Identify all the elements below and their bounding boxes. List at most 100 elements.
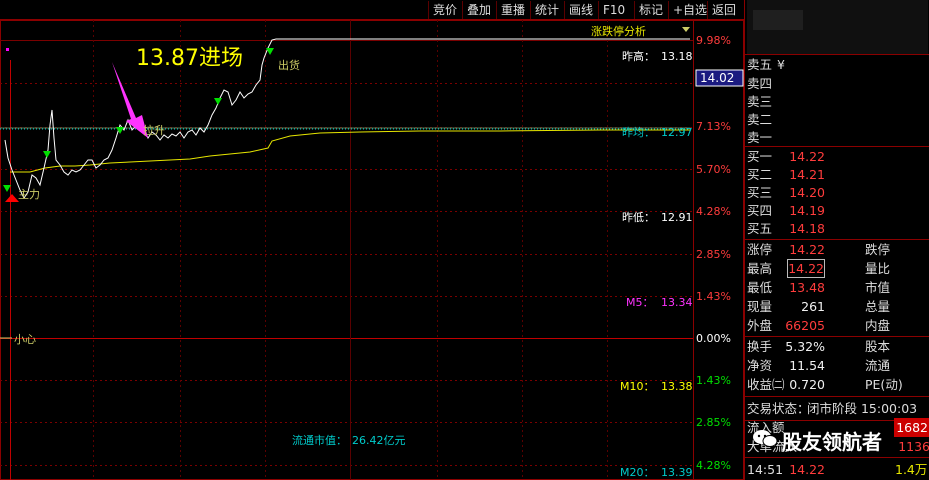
trade-status-value: 闭市阶段 15:00:03 [807,401,918,416]
vertical-grid [93,20,608,480]
m10-label: M10： [620,380,655,393]
reference-labels: 昨高： 13.18 昨均： 12.97 昨低： 12.91 M5： 13.34 … [620,49,693,479]
pct-label: 4.28% [696,205,731,218]
stat-label: 内盘 [865,318,891,333]
trade-status: 交易状态： 闭市阶段 15:00:03 [745,399,929,418]
bid-label: 买一 [747,149,773,164]
flow-in-value: 1682 [894,418,929,437]
bid-label: 买三 [747,185,773,200]
bid-price: 14.18 [789,221,825,236]
stat-label: 跌停 [865,242,891,257]
mainforce-signal-text: 主力 [18,188,40,201]
stat-row: 最低 13.48 市值 [745,278,929,297]
back-button[interactable]: 返回 [707,1,740,19]
current-price-tag-text: 14.02 [700,71,734,85]
pct-label: 4.28% [696,459,731,472]
bid-row: 买五 14.18 [745,219,929,238]
pct-label: 9.98% [696,34,731,47]
bid-row: 买一 14.22 [745,147,929,166]
pct-label: 2.85% [696,248,731,261]
ask-label: 卖一 [747,130,773,145]
currency-icon: ¥ [777,57,785,72]
m5-label: M5： [626,296,654,309]
intraday-chart[interactable]: 14.02 13.87进场 出货 拉升 主力 小心 涨跌停分析 昨高： 13.1… [0,20,744,480]
prev-low-label: 昨低： [622,211,655,224]
flow-large-value: 1136 [898,439,929,454]
stat-label: PE(动) [865,377,903,392]
prev-low-value: 12.91 [661,211,693,224]
bid-label: 买五 [747,221,773,236]
statistics-button[interactable]: 统计 [530,1,563,19]
stat-row: 外盘 66205 内盘 [745,316,929,335]
prev-avg-value: 12.97 [661,126,693,139]
draw-line-button[interactable]: 画线 [564,1,597,19]
stat-label: 外盘 [747,318,773,333]
mark-button[interactable]: 标记 [634,1,667,19]
stat-value: 14.22 [789,242,825,257]
bid-row: 买二 14.21 [745,165,929,184]
tick-row: 14:51 14.22 1.4万 [745,460,929,479]
ask-row: 卖五 ¥ [745,55,929,74]
caution-signal-text: 小心 [14,333,36,346]
ask-row: 卖二 [745,110,929,129]
pct-label: 5.70% [696,163,731,176]
stat-value: 66205 [785,318,825,333]
bid-price: 14.19 [789,203,825,218]
stock-header-blurred [747,0,928,54]
stat-value: 0.720 [789,377,825,392]
bid-label: 买四 [747,203,773,218]
sell-signal-text: 出货 [278,58,300,72]
stat-value: 5.32% [785,339,825,354]
bid-price: 14.21 [789,167,825,182]
replay-button[interactable]: 重播 [496,1,529,19]
stat-value: 14.22 [787,259,825,278]
price-line [4,38,690,199]
bid-label: 买二 [747,167,773,182]
add-watchlist-button[interactable]: +自选 [668,1,711,19]
stat-label: 股本 [865,339,891,354]
trade-status-label: 交易状态： [747,401,810,416]
tick-time: 14:51 [747,462,784,477]
prev-avg-label: 昨均： [622,126,655,139]
overlay-button[interactable]: 叠加 [462,1,495,19]
bid-row: 买四 14.19 [745,201,929,220]
m10-value: 13.38 [661,380,693,393]
stat-label: 总量 [865,299,891,314]
tick-volume: 1.4万 [895,462,928,477]
stat-value: 11.54 [789,358,825,373]
f10-button[interactable]: F10 [598,1,629,19]
market-cap-label: 流通市值： [292,433,347,447]
m20-value: 13.39 [661,466,693,479]
stat-value: 13.48 [789,280,825,295]
ask-row: 卖一 [745,128,929,147]
stat-row: 现量 261 总量 [745,297,929,316]
pct-label: 2.85% [696,416,731,429]
pct-label: 7.13% [696,120,731,133]
chevron-down-icon[interactable] [682,27,690,32]
ask-label: 卖三 [747,94,773,109]
market-cap-value: 26.42亿元 [352,434,406,447]
wechat-icon [753,430,778,447]
m20-label: M20： [620,466,655,479]
stat-value: 261 [801,299,825,314]
percent-axis: 9.98% 7.13% 5.70% 4.28% 2.85% 1.43% 0.00… [696,34,731,472]
stat-label: 最低 [747,280,773,295]
pct-label: 0.00% [696,332,731,345]
bid-row: 买三 14.20 [745,183,929,202]
stat-row: 换手 5.32% 股本 [745,337,929,356]
chart-toolbar: 竞价 叠加 重播 统计 画线 F10 标记 +自选 返回 [0,0,744,20]
ask-label: 卖四 [747,76,773,91]
bid-price: 14.22 [789,149,825,164]
stat-row: 最高 14.22 量比 [745,259,929,278]
limit-analysis-link[interactable]: 涨跌停分析 [591,24,646,38]
auction-button[interactable]: 竞价 [428,1,461,19]
ask-label: 卖二 [747,112,773,127]
ask-row: 卖三 [745,92,929,111]
chart-frame [0,20,744,480]
prev-high-value: 13.18 [661,50,693,63]
stat-label: 市值 [865,280,891,295]
buy-signal-arrow [5,194,19,202]
quote-panel: 卖五 ¥ 卖四 卖三 卖二 卖一 买一 14.22 买二 14.21 买三 14.20… [744,0,929,480]
pct-label: 1.43% [696,374,731,387]
stat-label: 涨停 [747,242,773,257]
